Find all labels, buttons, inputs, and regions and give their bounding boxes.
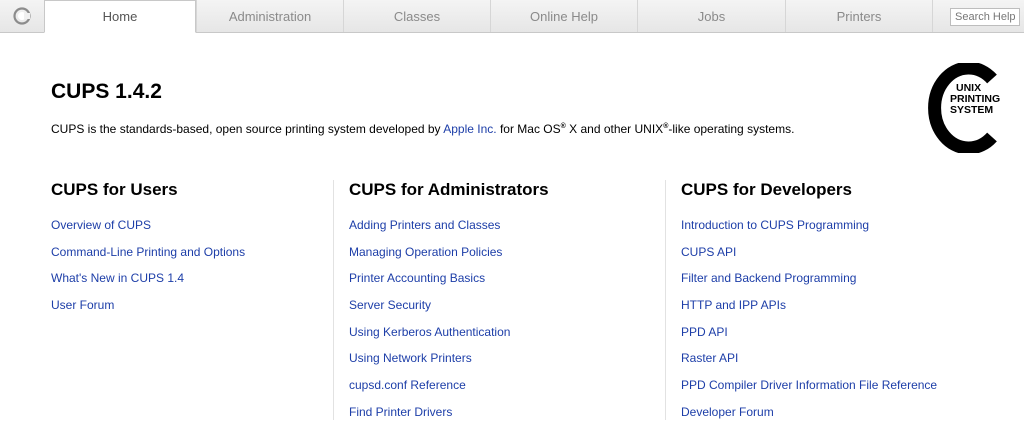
list-item: Server Security — [349, 298, 549, 325]
intro-text-mid2: X and other UNIX — [565, 122, 664, 136]
developers-link-list: Introduction to CUPS Programming CUPS AP… — [681, 218, 937, 429]
top-navigation-bar: Home Administration Classes Online Help … — [0, 0, 1024, 33]
list-item: Using Network Printers — [349, 351, 549, 378]
link-ppd-api[interactable]: PPD API — [681, 325, 728, 339]
link-server-security[interactable]: Server Security — [349, 298, 431, 312]
link-command-line-printing[interactable]: Command-Line Printing and Options — [51, 245, 245, 259]
list-item: PPD API — [681, 325, 937, 352]
link-network-printers[interactable]: Using Network Printers — [349, 351, 472, 365]
admin-link-list: Adding Printers and Classes Managing Ope… — [349, 218, 549, 429]
list-item: Introduction to CUPS Programming — [681, 218, 937, 245]
users-section-title: CUPS for Users — [51, 180, 178, 199]
link-user-forum[interactable]: User Forum — [51, 298, 114, 312]
link-ppd-compiler[interactable]: PPD Compiler Driver Information File Ref… — [681, 378, 937, 392]
unix-printing-system-logo: UNIX PRINTING SYSTEM — [928, 63, 1000, 153]
tab-printers[interactable]: Printers — [785, 0, 933, 32]
list-item: Command-Line Printing and Options — [51, 245, 245, 272]
logo-text-system: SYSTEM — [950, 104, 993, 116]
intro-text: CUPS is the standards-based, open source… — [51, 122, 794, 136]
list-item: Filter and Backend Programming — [681, 271, 937, 298]
admin-section-title: CUPS for Administrators — [349, 180, 549, 199]
tab-jobs[interactable]: Jobs — [637, 0, 785, 32]
link-overview-of-cups[interactable]: Overview of CUPS — [51, 218, 151, 232]
list-item: What's New in CUPS 1.4 — [51, 271, 245, 298]
developers-section-title: CUPS for Developers — [681, 180, 852, 199]
intro-text-end: -like operating systems. — [668, 122, 795, 136]
intro-text-mid: for Mac OS — [496, 122, 561, 136]
link-raster-api[interactable]: Raster API — [681, 351, 738, 365]
tab-classes[interactable]: Classes — [343, 0, 490, 32]
link-whats-new[interactable]: What's New in CUPS 1.4 — [51, 271, 184, 285]
column-divider — [665, 180, 666, 420]
page-title: CUPS 1.4.2 — [51, 80, 162, 103]
list-item: CUPS API — [681, 245, 937, 272]
users-link-list: Overview of CUPS Command-Line Printing a… — [51, 218, 245, 325]
list-item: Using Kerberos Authentication — [349, 325, 549, 352]
column-divider — [333, 180, 334, 420]
list-item: Managing Operation Policies — [349, 245, 549, 272]
tab-home[interactable]: Home — [44, 0, 196, 33]
list-item: Adding Printers and Classes — [349, 218, 549, 245]
list-item: Find Printer Drivers — [349, 405, 549, 429]
cups-logo-icon[interactable] — [0, 0, 44, 32]
developers-section: CUPS for Developers Introduction to CUPS… — [681, 180, 937, 429]
list-item: Printer Accounting Basics — [349, 271, 549, 298]
list-item: cupsd.conf Reference — [349, 378, 549, 405]
search-help-input[interactable] — [950, 8, 1020, 26]
link-developer-forum[interactable]: Developer Forum — [681, 405, 774, 419]
link-adding-printers[interactable]: Adding Printers and Classes — [349, 218, 500, 232]
link-filter-backend[interactable]: Filter and Backend Programming — [681, 271, 856, 285]
list-item: PPD Compiler Driver Information File Ref… — [681, 378, 937, 405]
link-cups-api[interactable]: CUPS API — [681, 245, 736, 259]
link-cupsd-conf[interactable]: cupsd.conf Reference — [349, 378, 466, 392]
list-item: HTTP and IPP APIs — [681, 298, 937, 325]
users-section: CUPS for Users Overview of CUPS Command-… — [51, 180, 245, 325]
tab-online-help[interactable]: Online Help — [490, 0, 637, 32]
list-item: Overview of CUPS — [51, 218, 245, 245]
link-intro-programming[interactable]: Introduction to CUPS Programming — [681, 218, 869, 232]
list-item: Raster API — [681, 351, 937, 378]
link-http-ipp-apis[interactable]: HTTP and IPP APIs — [681, 298, 786, 312]
admin-section: CUPS for Administrators Adding Printers … — [349, 180, 549, 429]
list-item: Developer Forum — [681, 405, 937, 429]
link-printer-accounting[interactable]: Printer Accounting Basics — [349, 271, 485, 285]
apple-inc-link[interactable]: Apple Inc. — [443, 122, 496, 136]
link-find-drivers[interactable]: Find Printer Drivers — [349, 405, 452, 419]
link-kerberos[interactable]: Using Kerberos Authentication — [349, 325, 510, 339]
tab-administration[interactable]: Administration — [196, 0, 343, 32]
list-item: User Forum — [51, 298, 245, 325]
link-operation-policies[interactable]: Managing Operation Policies — [349, 245, 502, 259]
intro-text-start: CUPS is the standards-based, open source… — [51, 122, 444, 136]
